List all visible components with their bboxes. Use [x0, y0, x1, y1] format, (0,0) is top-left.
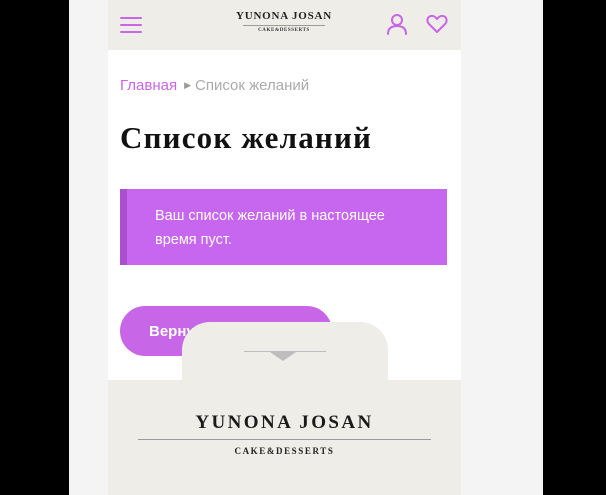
site-logo[interactable]: YUNONA JOSAN CAKE&DESSERTS: [216, 10, 352, 33]
user-icon[interactable]: [386, 13, 408, 35]
logo-subtitle: CAKE&DESSERTS: [258, 28, 310, 33]
page-title: Список желаний: [120, 120, 373, 155]
notice-text: Ваш список желаний в настоящее время пус…: [155, 208, 385, 248]
heart-icon[interactable]: [426, 14, 448, 34]
mobile-viewport: YUNONA JOSAN CAKE&DESSERTS Главная ▶ Списо…: [108, 0, 461, 495]
breadcrumb: Главная ▶ Список желаний: [120, 77, 309, 94]
footer-logo-subtitle: CAKE&DESSERTS: [234, 446, 335, 456]
left-backdrop: [0, 0, 69, 495]
right-backdrop: [543, 0, 606, 495]
footer-logo-title: YUNONA JOSAN: [195, 412, 374, 433]
chevron-down-icon[interactable]: [270, 352, 296, 361]
footer-logo-divider: [138, 439, 431, 440]
breadcrumb-home-link[interactable]: Главная: [120, 77, 177, 94]
hamburger-menu-icon[interactable]: [120, 15, 142, 35]
empty-wishlist-notice: Ваш список желаний в настоящее время пус…: [120, 189, 447, 265]
breadcrumb-separator-icon: ▶: [184, 80, 192, 91]
footer-logo[interactable]: YUNONA JOSAN CAKE&DESSERTS: [138, 412, 431, 456]
site-header: YUNONA JOSAN CAKE&DESSERTS: [108, 0, 461, 50]
logo-divider: [243, 25, 325, 26]
breadcrumb-current: Список желаний: [195, 77, 310, 94]
logo-title: YUNONA JOSAN: [235, 10, 333, 22]
footer-toggle-tab[interactable]: [182, 322, 388, 402]
